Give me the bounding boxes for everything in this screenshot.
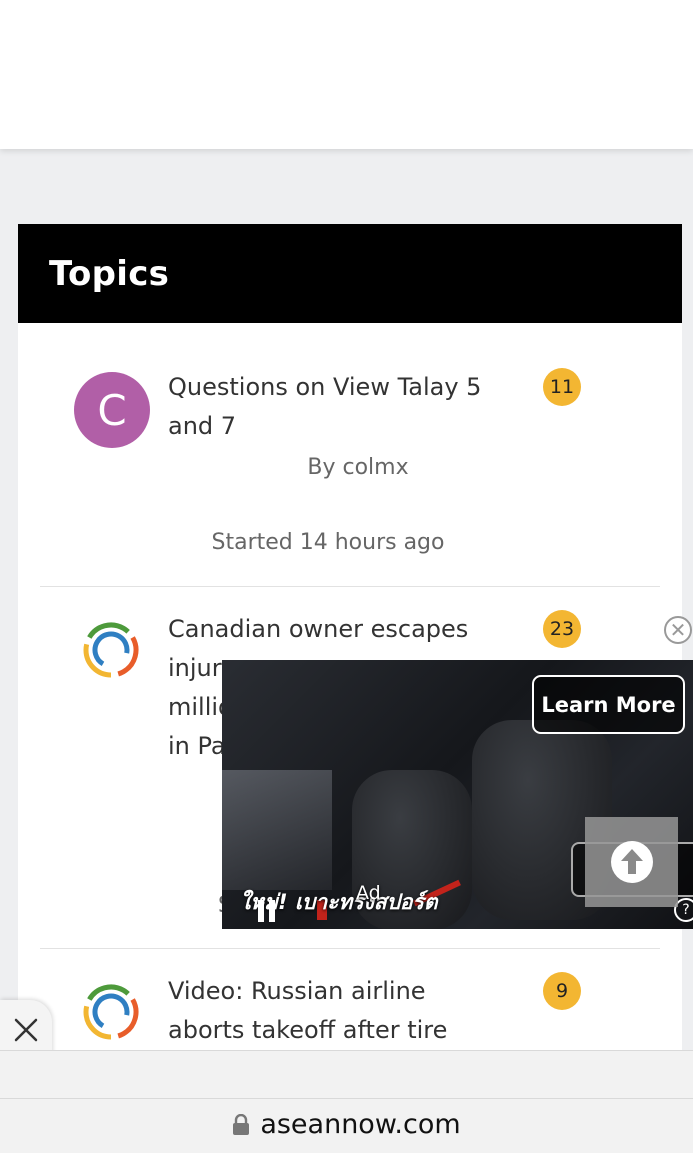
topics-widget: Topics C Questions on View Talay 5 and 7… <box>18 224 682 1064</box>
topics-header: Topics <box>18 224 682 323</box>
avatar[interactable]: C <box>74 372 150 448</box>
topic-item[interactable]: C Questions on View Talay 5 and 7 By col… <box>18 323 682 586</box>
pause-icon[interactable] <box>258 900 278 922</box>
url-text: aseannow.com <box>260 1109 461 1140</box>
reply-count-badge: 11 <box>543 368 581 406</box>
lock-icon <box>233 1113 250 1135</box>
scroll-to-top-button[interactable] <box>585 817 678 907</box>
topic-title-link[interactable]: Video: Russian airline aborts takeoff af… <box>168 972 508 1050</box>
site-header <box>0 0 693 149</box>
reply-count-badge: 9 <box>543 972 581 1010</box>
topic-item[interactable]: Video: Russian airline aborts takeoff af… <box>18 949 682 1064</box>
browser-address-bar: aseannow.com <box>0 1050 693 1153</box>
learn-more-button[interactable]: Learn More <box>532 675 685 734</box>
topics-title: Topics <box>49 253 170 294</box>
topic-author[interactable]: By colmx <box>48 455 668 480</box>
ad-label: Ad <box>356 882 381 904</box>
arrow-up-icon <box>610 841 653 883</box>
aseannow-logo-icon <box>83 984 139 1040</box>
ad-video-frame <box>222 770 332 890</box>
topic-started-time: Started 14 hours ago <box>211 530 445 555</box>
reply-count-badge: 23 <box>543 610 581 648</box>
close-icon <box>14 1018 38 1042</box>
divider <box>0 1098 693 1099</box>
topic-title-link[interactable]: Questions on View Talay 5 and 7 <box>168 368 508 446</box>
url-field[interactable]: aseannow.com <box>0 1109 693 1140</box>
ad-close-button[interactable]: ✕ <box>664 616 692 644</box>
aseannow-logo-icon <box>83 622 139 678</box>
close-icon: ✕ <box>669 618 687 642</box>
